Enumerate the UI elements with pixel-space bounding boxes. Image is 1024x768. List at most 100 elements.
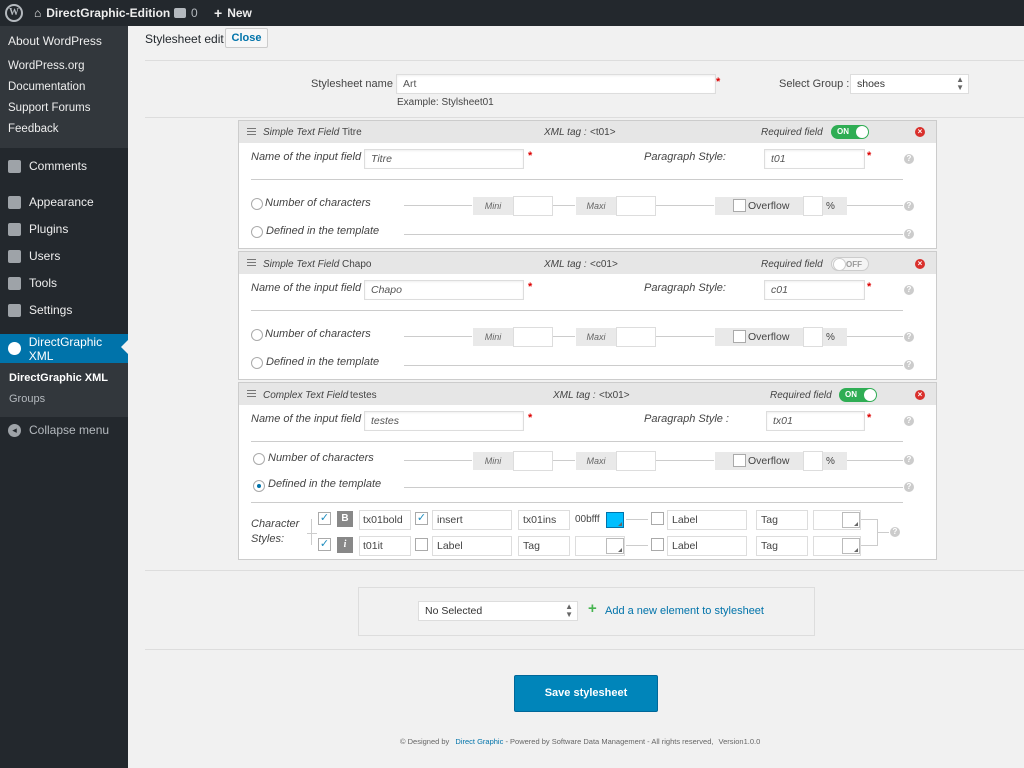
sidebar-item-settings[interactable]: Settings xyxy=(0,297,128,323)
footer: © Designed by Direct Graphic - Powered b… xyxy=(400,737,760,746)
close-button[interactable]: Close xyxy=(225,28,268,48)
drag-handle-icon[interactable] xyxy=(247,390,256,397)
help-icon[interactable]: ? xyxy=(904,360,914,370)
directgraphic-submenu: DirectGraphic XML Groups xyxy=(0,363,128,417)
field-panel-chapo: Simple Text Field Chapo XML tag : <c01> … xyxy=(238,251,937,380)
color-picker-swatch[interactable] xyxy=(606,538,624,554)
help-icon[interactable]: ? xyxy=(904,482,914,492)
field-name: Chapo xyxy=(342,259,372,270)
style-name-input[interactable]: tx01bold xyxy=(359,510,411,530)
style-italic-checkbox[interactable]: ✓ xyxy=(318,538,331,551)
number-of-characters-radio[interactable] xyxy=(251,329,263,341)
color-picker-swatch[interactable] xyxy=(842,512,860,528)
color-picker-swatch[interactable] xyxy=(606,512,624,528)
sidebar-item-tools[interactable]: Tools xyxy=(0,270,128,296)
delete-field-icon[interactable]: × xyxy=(915,127,925,137)
help-icon[interactable]: ? xyxy=(890,527,900,537)
sidebar-link-feedback[interactable]: Feedback xyxy=(0,119,128,140)
overflow-checkbox[interactable] xyxy=(733,199,746,212)
tag-input[interactable]: Tag xyxy=(756,536,808,556)
site-name-link[interactable]: ⌂ DirectGraphic-Edition xyxy=(34,0,170,26)
group-select[interactable]: shoes ▲ ▼ xyxy=(850,74,969,94)
connector-line xyxy=(553,336,575,337)
input-field-name-label: Name of the input field : xyxy=(251,282,368,294)
sidebar-item-comments[interactable]: Comments xyxy=(0,153,128,179)
footer-company-link[interactable]: Direct Graphic xyxy=(455,737,503,746)
delete-field-icon[interactable]: × xyxy=(915,259,925,269)
overflow-input[interactable] xyxy=(803,327,823,347)
overflow-input[interactable] xyxy=(803,196,823,216)
label-input[interactable]: Label xyxy=(667,510,747,530)
divider xyxy=(251,441,903,442)
required-toggle[interactable]: OFF xyxy=(831,257,869,271)
divider xyxy=(145,570,1024,571)
help-icon[interactable]: ? xyxy=(904,201,914,211)
required-toggle[interactable]: ON xyxy=(831,125,869,139)
comments-link[interactable]: 0 xyxy=(174,0,198,26)
paragraph-style-input[interactable]: tx01 xyxy=(766,411,865,431)
label-checkbox[interactable] xyxy=(415,538,428,551)
save-stylesheet-button[interactable]: Save stylesheet xyxy=(514,675,658,712)
required-toggle[interactable]: ON xyxy=(839,388,877,402)
label-checkbox[interactable]: ✓ xyxy=(415,512,428,525)
number-of-characters-radio[interactable] xyxy=(253,453,265,465)
sidebar-link-documentation[interactable]: Documentation xyxy=(0,77,128,98)
sidebar-item-users[interactable]: Users xyxy=(0,243,128,269)
home-icon: ⌂ xyxy=(34,6,42,20)
maxi-input[interactable] xyxy=(616,451,656,471)
mini-input[interactable] xyxy=(513,327,553,347)
style-name-input[interactable]: t01it xyxy=(359,536,411,556)
number-of-characters-radio[interactable] xyxy=(251,198,263,210)
defined-in-template-radio[interactable] xyxy=(251,357,263,369)
submenu-groups[interactable]: Groups xyxy=(0,389,128,410)
wordpress-logo-icon[interactable]: W xyxy=(5,0,23,26)
tag-input[interactable]: tx01ins xyxy=(518,510,570,530)
overflow-input[interactable] xyxy=(803,451,823,471)
help-icon[interactable]: ? xyxy=(904,229,914,239)
paragraph-style-input[interactable]: t01 xyxy=(764,149,865,169)
sidebar-about-wordpress[interactable]: About WordPress xyxy=(0,26,128,56)
label-checkbox[interactable] xyxy=(651,512,664,525)
mini-input[interactable] xyxy=(513,196,553,216)
maxi-input[interactable] xyxy=(616,327,656,347)
input-field-name-input[interactable]: testes xyxy=(364,411,524,431)
style-bold-checkbox[interactable]: ✓ xyxy=(318,512,331,525)
element-type-select[interactable]: No Selected ▲ ▼ xyxy=(418,601,578,621)
overflow-checkbox[interactable] xyxy=(733,454,746,467)
sidebar-item-plugins[interactable]: Plugins xyxy=(0,216,128,242)
drag-handle-icon[interactable] xyxy=(247,259,256,266)
maxi-input[interactable] xyxy=(616,196,656,216)
submenu-directgraphic-xml[interactable]: DirectGraphic XML xyxy=(0,368,128,389)
sidebar-link-wordpress-org[interactable]: WordPress.org xyxy=(0,56,128,77)
help-icon[interactable]: ? xyxy=(904,416,914,426)
input-field-name-input[interactable]: Titre xyxy=(364,149,524,169)
label-input[interactable]: insert xyxy=(432,510,512,530)
drag-handle-icon[interactable] xyxy=(247,128,256,135)
tag-input[interactable]: Tag xyxy=(756,510,808,530)
sidebar-item-appearance[interactable]: Appearance xyxy=(0,189,128,215)
collapse-menu-button[interactable]: ◂ Collapse menu xyxy=(0,417,128,443)
tag-input[interactable]: Tag xyxy=(518,536,570,556)
sidebar-item-directgraphic-xml[interactable]: DirectGraphic XML xyxy=(0,334,128,363)
defined-in-template-radio[interactable] xyxy=(253,480,265,492)
input-field-name-input[interactable]: Chapo xyxy=(364,280,524,300)
color-picker-swatch[interactable] xyxy=(842,538,860,554)
help-icon[interactable]: ? xyxy=(904,285,914,295)
delete-field-icon[interactable]: × xyxy=(915,390,925,400)
help-icon[interactable]: ? xyxy=(904,154,914,164)
label-input[interactable]: Label xyxy=(667,536,747,556)
label-checkbox[interactable] xyxy=(651,538,664,551)
field-panel-header: Complex Text Field testes XML tag : <tx0… xyxy=(239,383,936,405)
required-asterisk: * xyxy=(716,76,721,88)
label-input[interactable]: Label xyxy=(432,536,512,556)
mini-input[interactable] xyxy=(513,451,553,471)
help-icon[interactable]: ? xyxy=(904,332,914,342)
add-element-link[interactable]: Add a new element to stylesheet xyxy=(605,605,764,617)
overflow-checkbox[interactable] xyxy=(733,330,746,343)
help-icon[interactable]: ? xyxy=(904,455,914,465)
paragraph-style-input[interactable]: c01 xyxy=(764,280,865,300)
defined-in-template-radio[interactable] xyxy=(251,226,263,238)
stylesheet-name-input[interactable]: Art xyxy=(396,74,716,94)
new-content-link[interactable]: + New xyxy=(214,0,252,26)
sidebar-link-support-forums[interactable]: Support Forums xyxy=(0,98,128,119)
